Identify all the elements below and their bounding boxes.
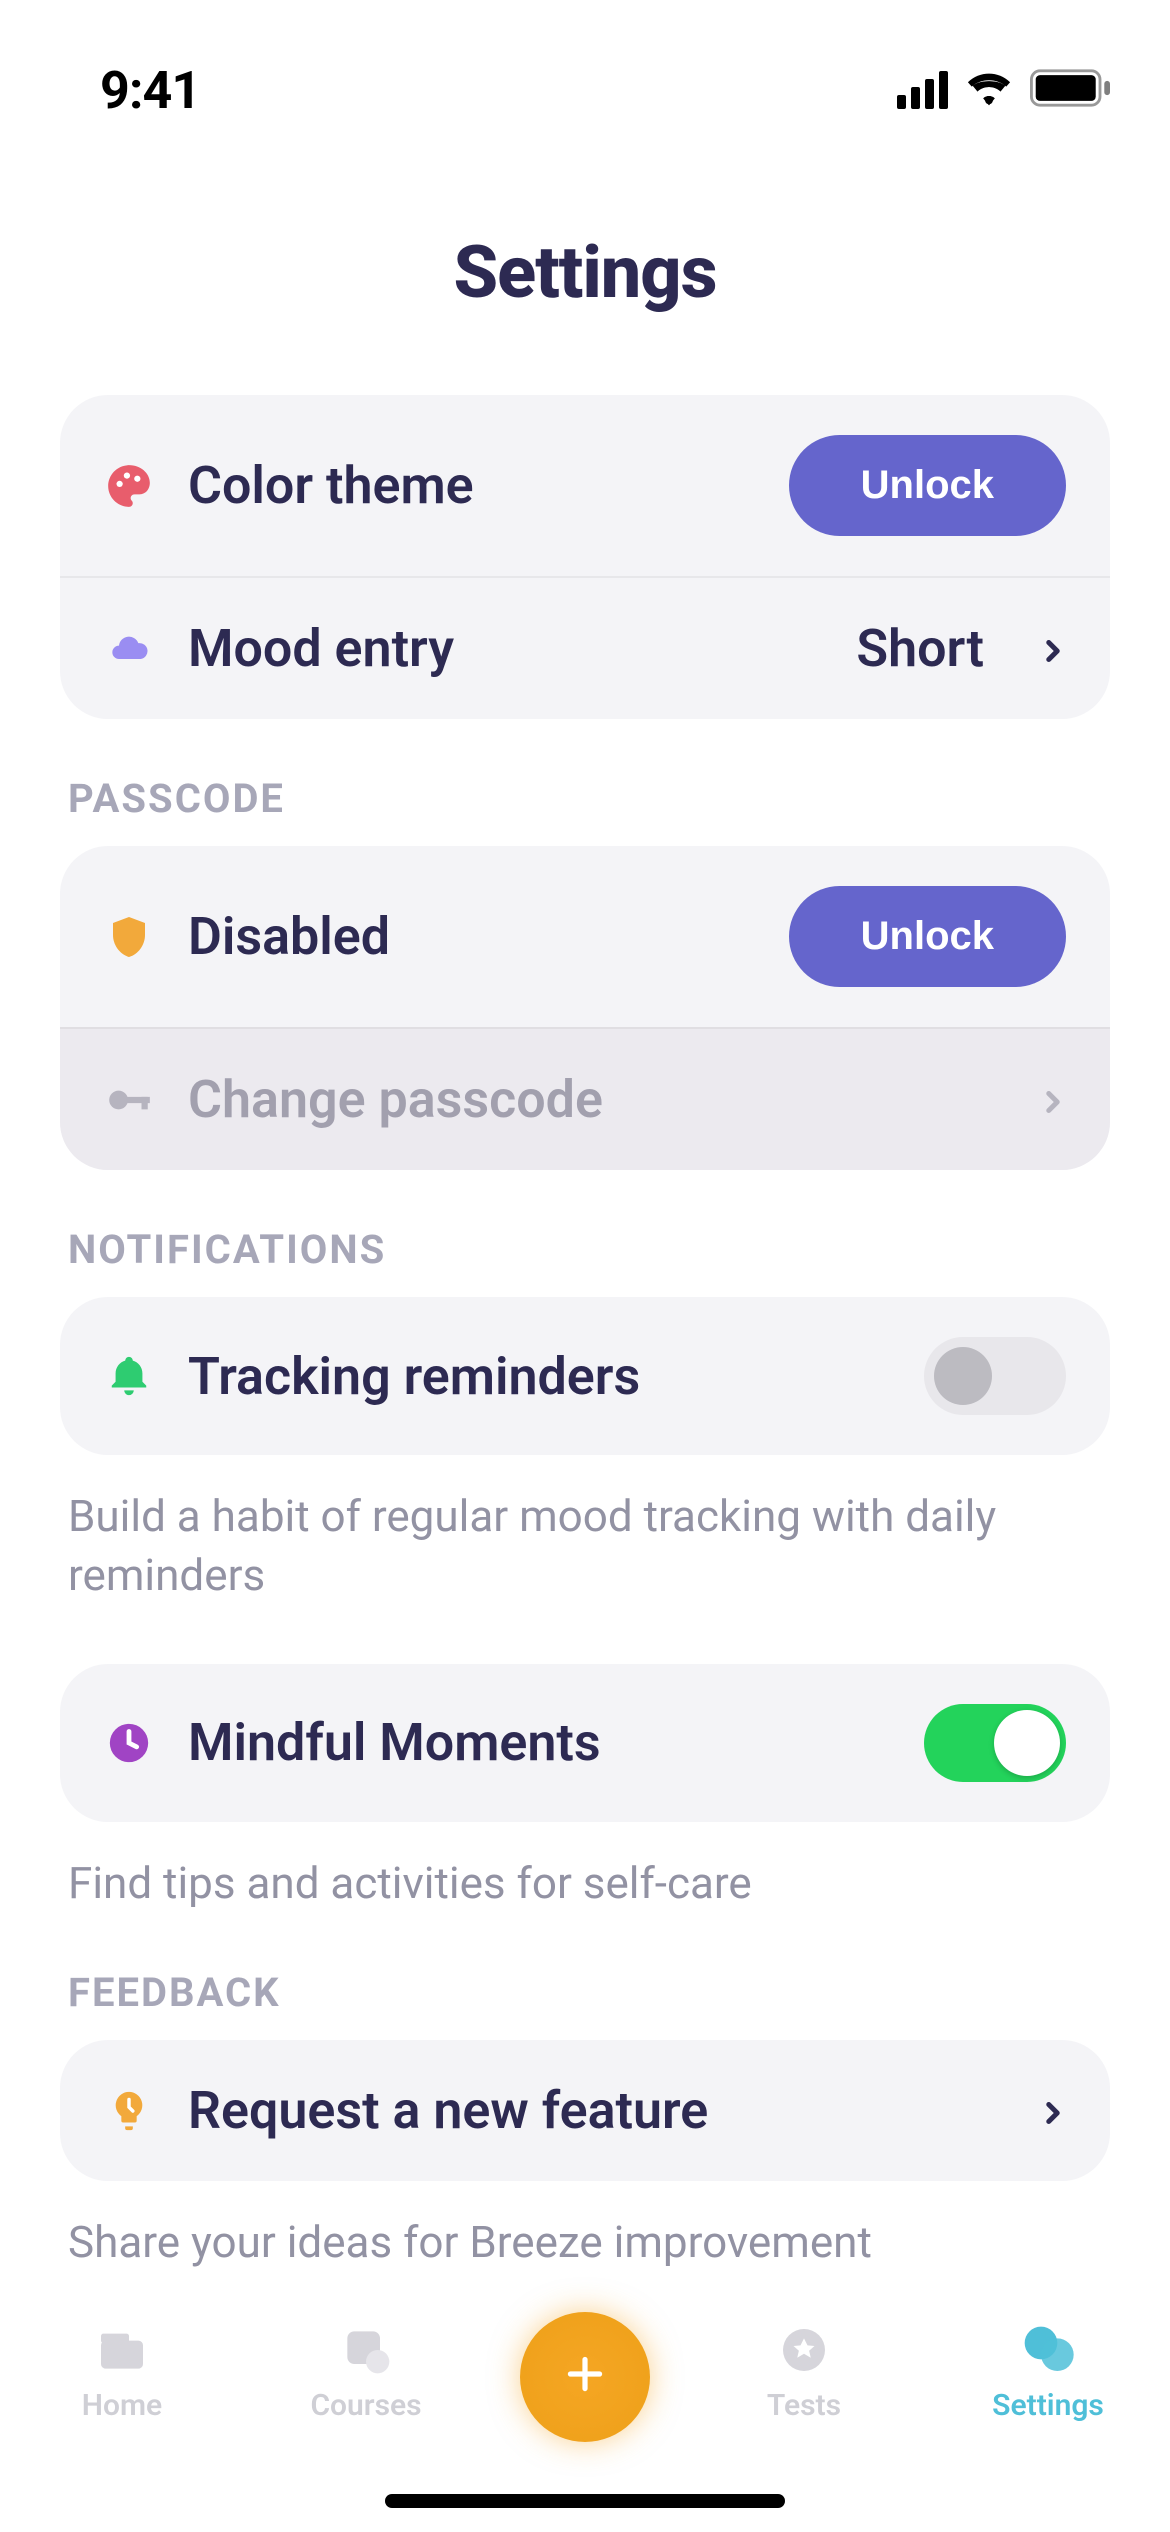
cloud-icon xyxy=(104,624,154,674)
row-mindful-moments[interactable]: Mindful Moments xyxy=(60,1664,1110,1822)
color-theme-label: Color theme xyxy=(188,455,755,516)
status-indicators xyxy=(897,69,1110,111)
home-indicator[interactable] xyxy=(385,2494,785,2508)
key-icon xyxy=(104,1075,154,1125)
tab-tests[interactable]: Tests xyxy=(714,2322,894,2423)
status-bar: 9:41 xyxy=(0,0,1170,140)
notifications-section-header: NOTIFICATIONS xyxy=(68,1226,1110,1273)
tracking-reminders-card: Tracking reminders xyxy=(60,1297,1110,1455)
clock-icon xyxy=(104,1718,154,1768)
courses-icon xyxy=(338,2322,394,2378)
wifi-icon xyxy=(966,70,1012,110)
row-tracking-reminders[interactable]: Tracking reminders xyxy=(60,1297,1110,1455)
unlock-passcode-button[interactable]: Unlock xyxy=(789,886,1066,987)
tab-settings-label: Settings xyxy=(992,2388,1104,2423)
page-title: Settings xyxy=(60,230,1110,315)
row-change-passcode: Change passcode xyxy=(60,1027,1110,1170)
chevron-right-icon xyxy=(1036,634,1066,664)
status-time: 9:41 xyxy=(100,60,200,121)
chevron-right-icon xyxy=(1036,1085,1066,1115)
fab-add[interactable] xyxy=(520,2312,650,2442)
row-mood-entry[interactable]: Mood entry Short xyxy=(60,576,1110,719)
request-feature-label: Request a new feature xyxy=(188,2080,1002,2141)
feedback-section-header: FEEDBACK xyxy=(68,1969,1110,2016)
tab-tests-label: Tests xyxy=(767,2388,841,2423)
settings-icon xyxy=(1020,2322,1076,2378)
mindful-moments-card: Mindful Moments xyxy=(60,1664,1110,1822)
tests-icon xyxy=(776,2322,832,2378)
tracking-reminders-label: Tracking reminders xyxy=(188,1346,890,1407)
plus-icon xyxy=(560,2340,610,2415)
battery-icon xyxy=(1030,69,1110,111)
palette-icon xyxy=(104,461,154,511)
unlock-color-theme-button[interactable]: Unlock xyxy=(789,435,1066,536)
tracking-reminders-hint: Build a habit of regular mood tracking w… xyxy=(68,1487,1102,1606)
mindful-moments-toggle[interactable] xyxy=(924,1704,1066,1782)
passcode-section-header: PASSCODE xyxy=(68,775,1110,822)
chevron-right-icon xyxy=(1036,2096,1066,2126)
mood-entry-label: Mood entry xyxy=(188,618,822,679)
passcode-status-label: Disabled xyxy=(188,906,755,967)
tab-courses-label: Courses xyxy=(310,2388,421,2423)
tab-settings[interactable]: Settings xyxy=(958,2322,1138,2423)
row-request-feature[interactable]: Request a new feature xyxy=(60,2040,1110,2181)
home-icon xyxy=(94,2322,150,2378)
mindful-moments-label: Mindful Moments xyxy=(188,1712,890,1773)
change-passcode-label: Change passcode xyxy=(188,1069,1002,1130)
tab-courses[interactable]: Courses xyxy=(276,2322,456,2423)
passcode-card: Disabled Unlock Change passcode xyxy=(60,846,1110,1170)
mood-entry-value: Short xyxy=(856,618,984,679)
bell-icon xyxy=(104,1351,154,1401)
tab-home-label: Home xyxy=(82,2388,162,2423)
tab-home[interactable]: Home xyxy=(32,2322,212,2423)
cellular-signal-icon xyxy=(897,71,948,109)
feedback-card: Request a new feature xyxy=(60,2040,1110,2181)
lightbulb-icon xyxy=(104,2086,154,2136)
row-passcode-status[interactable]: Disabled Unlock xyxy=(60,846,1110,1027)
row-color-theme[interactable]: Color theme Unlock xyxy=(60,395,1110,576)
shield-icon xyxy=(104,912,154,962)
mindful-moments-hint: Find tips and activities for self-care xyxy=(68,1854,1102,1913)
tracking-reminders-toggle[interactable] xyxy=(924,1337,1066,1415)
request-feature-hint: Share your ideas for Breeze improvement xyxy=(68,2213,1102,2272)
appearance-card: Color theme Unlock Mood entry Short xyxy=(60,395,1110,719)
